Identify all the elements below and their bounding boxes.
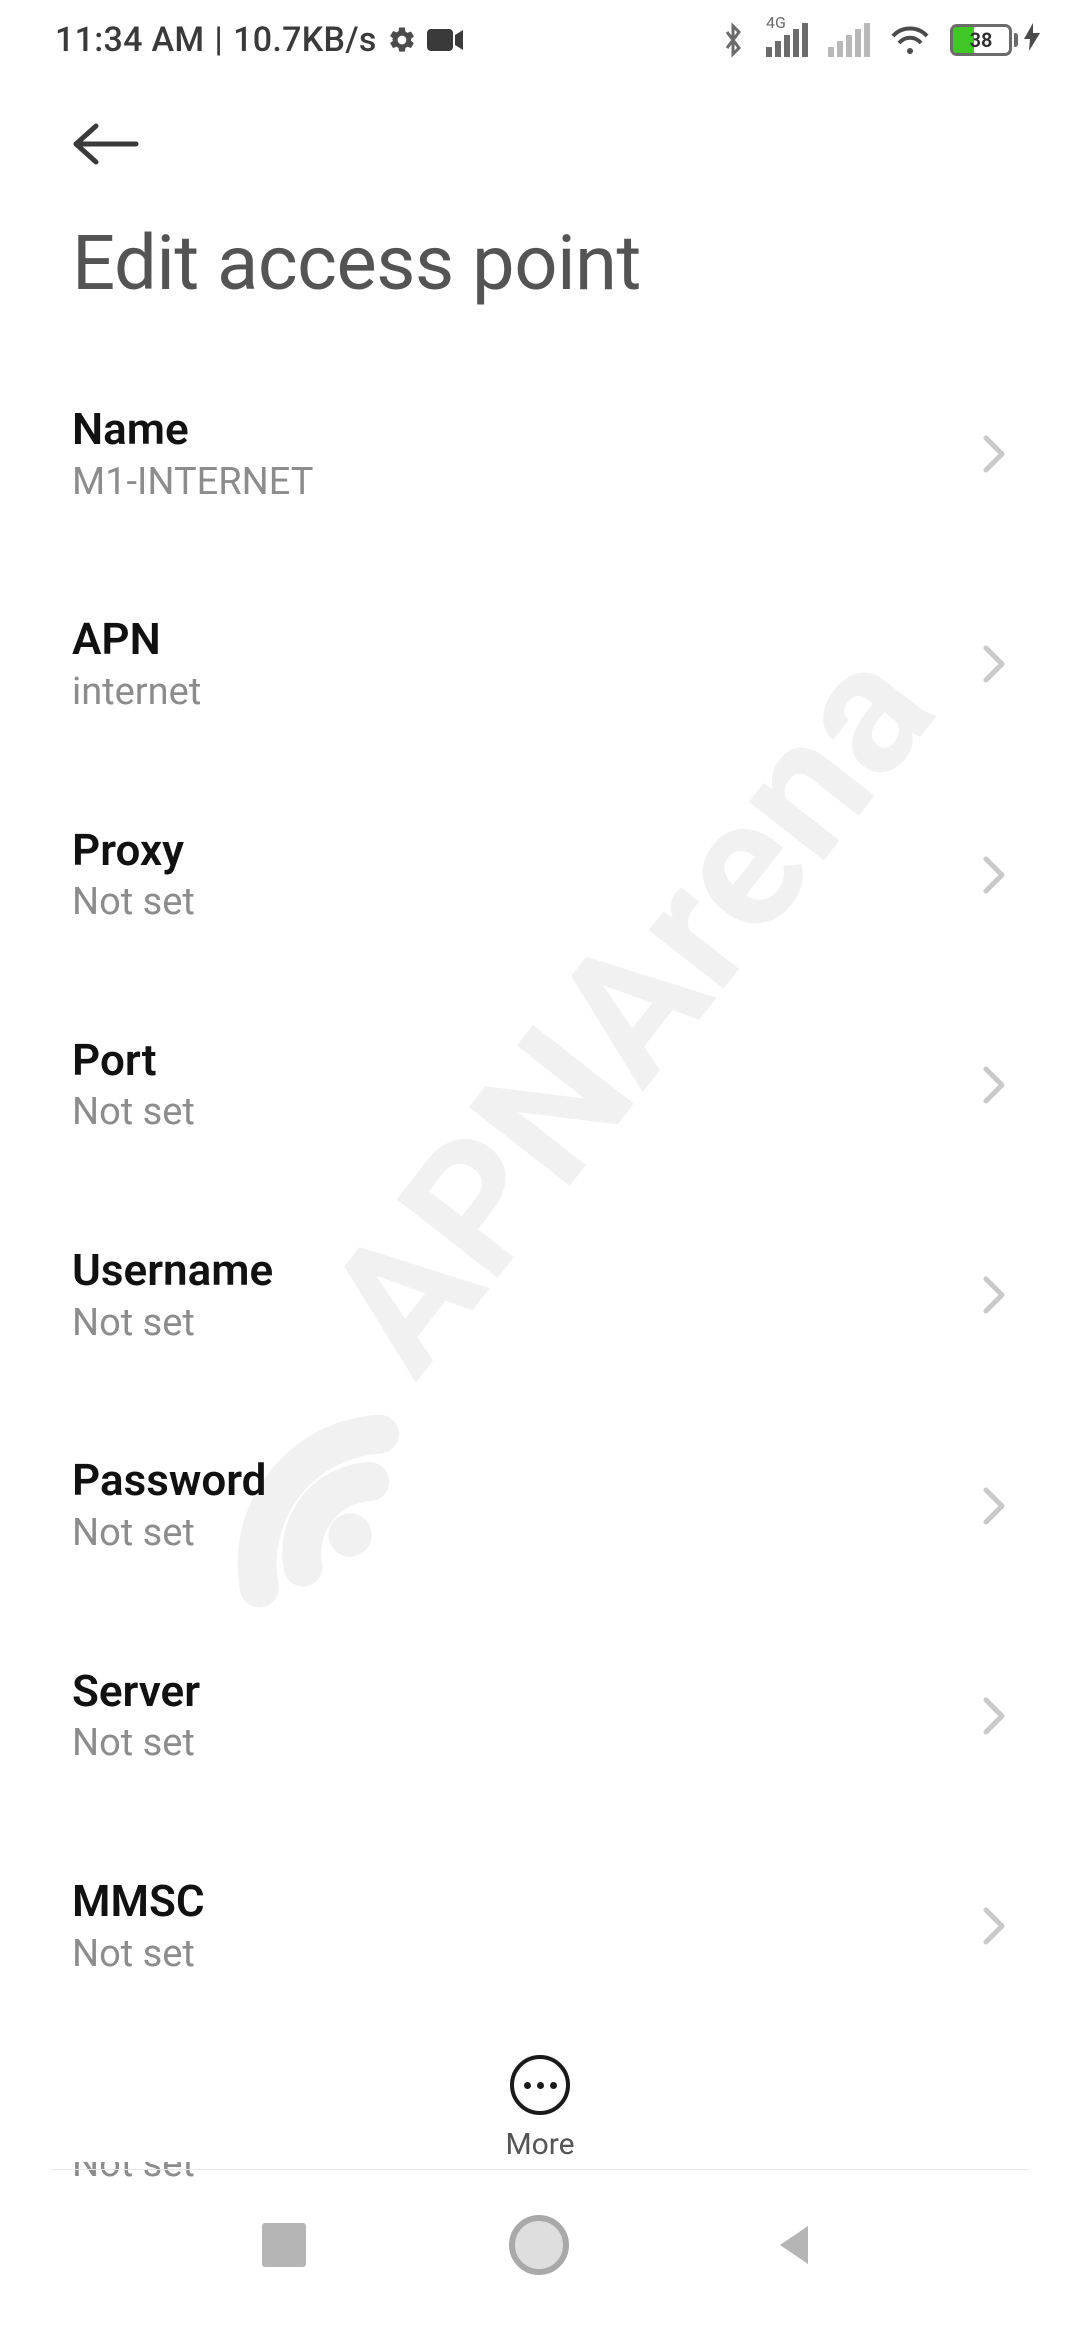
navigation-bar	[0, 2170, 1080, 2340]
setting-password[interactable]: Password Not set	[72, 1399, 1008, 1609]
setting-apn[interactable]: APN internet	[72, 558, 1008, 768]
chevron-right-icon	[980, 1694, 1008, 1738]
chevron-right-icon	[980, 1904, 1008, 1948]
gear-icon	[387, 25, 417, 55]
setting-value: M1-INTERNET	[72, 461, 313, 505]
setting-value: Not set	[72, 1933, 205, 1977]
setting-label: APN	[72, 614, 201, 665]
setting-value: Not set	[72, 1302, 273, 1346]
setting-label: Password	[72, 1455, 266, 1506]
nav-back-button[interactable]	[772, 2222, 818, 2268]
setting-server[interactable]: Server Not set	[72, 1610, 1008, 1820]
more-icon	[510, 2055, 570, 2115]
setting-label: Proxy	[72, 825, 195, 876]
settings-list: Name M1-INTERNET APN internet Proxy Not …	[0, 348, 1080, 2241]
setting-value: Not set	[72, 1091, 195, 1135]
signal-2-icon	[828, 23, 870, 57]
setting-value: Not set	[72, 881, 195, 925]
setting-mmsc[interactable]: MMSC Not set	[72, 1820, 1008, 2030]
nav-recent-button[interactable]	[262, 2223, 306, 2267]
nav-home-button[interactable]	[509, 2215, 569, 2275]
charging-icon	[1024, 20, 1040, 60]
setting-label: Name	[72, 404, 313, 455]
chevron-right-icon	[980, 432, 1008, 476]
setting-proxy[interactable]: Proxy Not set	[72, 769, 1008, 979]
setting-value: Not set	[72, 1512, 266, 1556]
setting-label: Port	[72, 1035, 195, 1086]
setting-username[interactable]: Username Not set	[72, 1189, 1008, 1399]
page-title: Edit access point	[0, 188, 1080, 348]
chevron-right-icon	[980, 1273, 1008, 1317]
setting-label: MMSC	[72, 1876, 205, 1927]
setting-port[interactable]: Port Not set	[72, 979, 1008, 1189]
signal-4g-icon: 4G	[766, 23, 808, 57]
status-bar: 11:34 AM | 10.7KB/s 4G	[0, 0, 1080, 80]
setting-name[interactable]: Name M1-INTERNET	[72, 348, 1008, 558]
setting-value: internet	[72, 671, 201, 715]
setting-label: Username	[72, 1245, 273, 1296]
chevron-right-icon	[980, 1484, 1008, 1528]
status-data-rate: 10.7KB/s	[233, 20, 377, 60]
wifi-icon	[890, 24, 930, 56]
chevron-right-icon	[980, 1063, 1008, 1107]
setting-label: Server	[72, 1666, 200, 1717]
camera-icon	[427, 27, 463, 53]
status-right: 4G 38	[720, 20, 1040, 60]
more-button[interactable]: More	[0, 2025, 1080, 2162]
battery-percent: 38	[970, 28, 993, 52]
signal-label: 4G	[766, 13, 786, 32]
battery-icon: 38	[950, 20, 1040, 60]
chevron-right-icon	[980, 642, 1008, 686]
chevron-right-icon	[980, 853, 1008, 897]
more-label: More	[505, 2127, 574, 2162]
setting-value: Not set	[72, 1722, 200, 1766]
back-button[interactable]	[70, 120, 1010, 168]
bluetooth-icon	[720, 22, 746, 58]
status-left: 11:34 AM | 10.7KB/s	[55, 20, 463, 60]
status-time: 11:34 AM	[55, 20, 204, 60]
status-separator: |	[214, 20, 223, 60]
